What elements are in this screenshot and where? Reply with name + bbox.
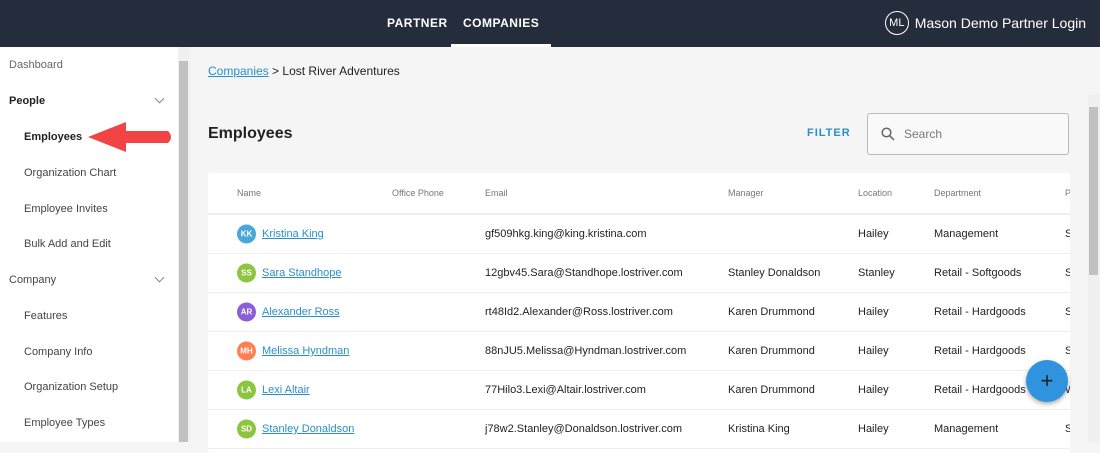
cell-email: j78w2.Stanley@Donaldson.lostriver.com [485, 423, 683, 435]
cell-department: Retail - Hardgoods [934, 306, 1026, 318]
user-avatar: ML [884, 11, 909, 35]
cell-manager: Kristina King [728, 423, 790, 435]
page-title: Employees [208, 125, 293, 142]
sidebar: Dashboard People Employees Organization … [0, 47, 178, 442]
search-input[interactable]: Search [867, 113, 1069, 155]
avatar: KK [237, 224, 256, 244]
cell-manager: Karen Drummond [728, 306, 815, 318]
avatar: LA [237, 380, 256, 400]
column-header-department[interactable]: Department [934, 188, 981, 198]
breadcrumb-separator: > [272, 64, 280, 78]
main-scrollbar[interactable] [1088, 95, 1100, 442]
filter-button[interactable]: FILTER [807, 127, 851, 139]
employee-name-link[interactable]: Sara Standhope [262, 267, 342, 279]
employees-table: Name Office Phone Email Manager Location… [208, 173, 1070, 453]
user-menu[interactable]: ML Mason Demo Partner Login [884, 11, 1086, 35]
employee-name-link[interactable]: Alexander Ross [262, 306, 340, 318]
sidebar-item-employee-types[interactable]: Employee Types [24, 417, 105, 429]
sidebar-item-company[interactable]: Company [9, 274, 56, 286]
avatar: SD [237, 419, 256, 439]
sidebar-item-employees[interactable]: Employees [24, 131, 82, 143]
avatar: SS [237, 263, 256, 283]
table-header: Name Office Phone Email Manager Location… [208, 173, 1070, 215]
cell-truncated: S [1065, 345, 1070, 357]
table-row[interactable]: AR Alexander Ross rt48Id2.Alexander@Ross.l… [208, 293, 1070, 332]
cell-department: Retail - Hardgoods [934, 384, 1026, 396]
table-row[interactable]: MH Melissa Hyndman 88nJU5.Melissa@Hyndman.… [208, 332, 1070, 371]
cell-email: 12gbv45.Sara@Standhope.lostriver.com [485, 267, 683, 279]
cell-department: Management [934, 228, 999, 240]
sidebar-item-bulk-add-edit[interactable]: Bulk Add and Edit [24, 238, 111, 250]
column-header-manager[interactable]: Manager [728, 188, 764, 198]
employee-name-link[interactable]: Lexi Altair [262, 384, 310, 396]
table-row[interactable]: SD Stanley Donaldson j78w2.Stanley@Donalds… [208, 410, 1070, 449]
breadcrumb: Companies > Lost River Adventures [208, 64, 400, 78]
cell-email: 88nJU5.Melissa@Hyndman.lostriver.com [485, 345, 687, 357]
sidebar-item-features[interactable]: Features [24, 310, 67, 322]
breadcrumb-companies-link[interactable]: Companies [208, 64, 269, 78]
cell-location: Hailey [858, 345, 889, 357]
sidebar-item-people[interactable]: People [9, 95, 45, 107]
cell-department: Retail - Softgoods [934, 267, 1022, 279]
search-placeholder: Search [904, 127, 943, 141]
cell-email: rt48Id2.Alexander@Ross.lostriver.com [485, 306, 673, 318]
cell-location: Hailey [858, 228, 889, 240]
avatar: AR [237, 302, 256, 322]
cell-location: Stanley [858, 267, 895, 279]
cell-truncated: S [1065, 306, 1070, 318]
column-header-email[interactable]: Email [485, 188, 508, 198]
cell-location: Hailey [858, 306, 889, 318]
chevron-down-icon[interactable] [154, 272, 165, 283]
cell-truncated: S [1065, 267, 1070, 279]
employee-name-link[interactable]: Kristina King [262, 228, 324, 240]
cell-email: gf509hkg.king@king.kristina.com [485, 228, 647, 240]
cell-location: Hailey [858, 384, 889, 396]
avatar: MH [237, 341, 256, 361]
cell-department: Retail - Hardgoods [934, 345, 1026, 357]
cell-manager: Stanley Donaldson [728, 267, 821, 279]
cell-manager: Karen Drummond [728, 345, 815, 357]
cell-department: Management [934, 423, 999, 435]
column-header-truncated[interactable]: P [1065, 188, 1070, 198]
employee-name-link[interactable]: Stanley Donaldson [262, 423, 354, 435]
cell-truncated: S [1065, 423, 1070, 435]
employee-name-link[interactable]: Melissa Hyndman [262, 345, 349, 357]
column-header-name[interactable]: Name [237, 188, 261, 198]
sidebar-item-dashboard[interactable]: Dashboard [9, 59, 63, 71]
breadcrumb-current: Lost River Adventures [282, 64, 400, 78]
cell-manager: Karen Drummond [728, 384, 815, 396]
table-row[interactable]: KK Kristina King gf509hkg.king@king.kristi… [208, 215, 1070, 254]
column-header-office-phone[interactable]: Office Phone [392, 188, 444, 198]
chevron-down-icon[interactable] [154, 93, 165, 104]
user-name: Mason Demo Partner Login [914, 15, 1086, 31]
sidebar-item-employee-invites[interactable]: Employee Invites [24, 203, 108, 215]
red-arrow-annotation-icon [88, 122, 171, 152]
nav-companies[interactable]: COMPANIES [451, 0, 552, 47]
sidebar-scrollbar[interactable] [178, 47, 190, 442]
cell-location: Hailey [858, 423, 889, 435]
sidebar-item-organization-chart[interactable]: Organization Chart [24, 167, 116, 179]
column-header-location[interactable]: Location [858, 188, 892, 198]
add-employee-button[interactable]: + [1026, 360, 1068, 402]
cell-truncated: S [1065, 228, 1070, 240]
table-row[interactable]: LA Lexi Altair 77Hilo3.Lexi@Altair.lostriv… [208, 371, 1070, 410]
top-bar: PARTNER COMPANIES ML Mason Demo Partner … [0, 0, 1100, 47]
sidebar-item-company-info[interactable]: Company Info [24, 346, 92, 358]
table-row[interactable]: SS Sara Standhope 12gbv45.Sara@Standhope.l… [208, 254, 1070, 293]
sidebar-item-organization-setup[interactable]: Organization Setup [24, 381, 118, 393]
cell-email: 77Hilo3.Lexi@Altair.lostriver.com [485, 384, 646, 396]
search-icon [881, 127, 895, 141]
nav-partner[interactable]: PARTNER [387, 0, 448, 47]
